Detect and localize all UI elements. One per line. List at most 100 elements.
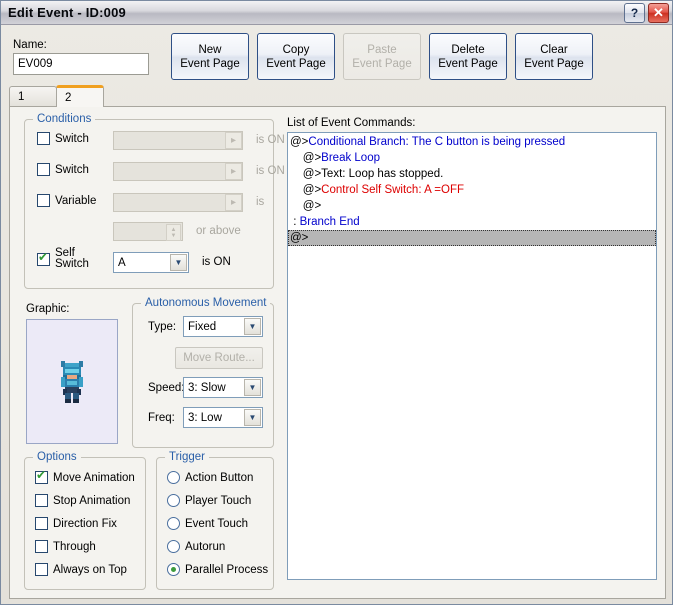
trigger-autorun-radio[interactable] [167, 540, 180, 553]
option-stop-animation-checkbox[interactable] [35, 494, 48, 507]
tab-page-2[interactable]: 2 [56, 85, 104, 107]
condition-variable-label: Variable [55, 194, 97, 207]
condition-variable-browse-icon: ▸ [225, 194, 242, 211]
new-event-page-line1: New [198, 43, 222, 56]
condition-switch-1-field [113, 131, 243, 150]
option-through-checkbox[interactable] [35, 540, 48, 553]
trigger-event-touch-radio[interactable] [167, 517, 180, 530]
delete-event-page-button[interactable]: Delete Event Page [429, 33, 507, 80]
condition-switch-2-browse-icon: ▸ [225, 163, 242, 180]
delete-event-page-line2: Event Page [438, 57, 498, 70]
clear-event-page-button[interactable]: Clear Event Page [515, 33, 593, 80]
move-route-button: Move Route... [175, 347, 263, 369]
condition-switch-2-row: Switch [37, 163, 89, 176]
trigger-parallel-process-radio[interactable] [167, 563, 180, 576]
condition-switch-1-label: Switch [55, 132, 89, 145]
condition-switch-1-checkbox[interactable] [37, 132, 50, 145]
new-event-page-line2: Event Page [180, 57, 240, 70]
window-title: Edit Event - ID:009 [8, 5, 126, 20]
event-page-panel: Conditions Switch ▸ is ON Switch ▸ is ON [9, 106, 666, 599]
trigger-event-touch[interactable]: Event Touch [167, 517, 248, 530]
conditions-group: Conditions Switch ▸ is ON Switch ▸ is ON [24, 113, 285, 289]
options-title: Options [33, 451, 81, 463]
trigger-action-button-label: Action Button [185, 471, 254, 484]
condition-switch-2-field [113, 162, 243, 181]
command-list-label: List of Event Commands: [287, 117, 416, 129]
condition-self-switch-label-line2: Switch [55, 258, 89, 270]
trigger-parallel-process-label: Parallel Process [185, 563, 269, 576]
command-text: Branch End [299, 216, 360, 228]
trigger-parallel-process[interactable]: Parallel Process [167, 563, 268, 576]
condition-variable-row: Variable [37, 194, 96, 207]
command-row[interactable]: @> [288, 198, 656, 214]
condition-variable-suffix: is [256, 196, 265, 208]
command-row[interactable]: : Branch End [288, 214, 656, 230]
trigger-event-touch-label: Event Touch [185, 517, 249, 530]
copy-event-page-line2: Event Page [266, 57, 326, 70]
option-always-on-top[interactable]: Always on Top [35, 563, 127, 576]
trigger-autorun-label: Autorun [185, 540, 226, 553]
option-move-animation-checkbox[interactable] [35, 469, 48, 484]
close-icon[interactable]: ✕ [648, 3, 669, 23]
command-indent [290, 152, 303, 164]
condition-variable-value-stepper: ▲ ▼ [113, 222, 183, 241]
trigger-player-touch[interactable]: Player Touch [167, 494, 251, 507]
trigger-title: Trigger [165, 451, 209, 463]
option-direction-fix-checkbox[interactable] [35, 517, 48, 530]
movement-freq-value: 3: Low [188, 411, 222, 424]
command-row[interactable]: @>Control Self Switch: A =OFF [288, 182, 656, 198]
self-switch-select[interactable]: A ▼ [113, 252, 189, 273]
trigger-action-button-radio[interactable] [167, 471, 180, 484]
graphic-label: Graphic: [26, 303, 70, 315]
option-through-label: Through [53, 540, 96, 553]
clear-event-page-line1: Clear [540, 43, 568, 56]
graphic-preview[interactable] [26, 319, 118, 444]
command-row[interactable]: @> [288, 230, 656, 246]
option-always-on-top-checkbox[interactable] [35, 563, 48, 576]
condition-switch-1-row: Switch [37, 132, 89, 145]
condition-self-switch-label: Self Switch [55, 247, 89, 270]
command-prefix: @> [302, 152, 322, 164]
command-prefix: : [290, 216, 300, 228]
trigger-player-touch-radio[interactable] [167, 494, 180, 507]
edit-event-window: Edit Event - ID:009 ? ✕ Name: New Event … [0, 0, 673, 605]
option-move-animation[interactable]: Move Animation [35, 469, 135, 484]
trigger-action-button[interactable]: Action Button [167, 471, 253, 484]
chevron-down-icon: ▼ [170, 254, 187, 271]
option-through[interactable]: Through [35, 540, 96, 553]
condition-switch-1-suffix: is ON [256, 134, 285, 146]
movement-freq-select[interactable]: 3: Low ▼ [183, 407, 263, 428]
event-command-list[interactable]: @>Conditional Branch: The C button is be… [287, 132, 657, 580]
command-text: Conditional Branch: The C button is bein… [308, 136, 566, 148]
paste-event-page-button: Paste Event Page [343, 33, 421, 80]
command-text: Break Loop [321, 152, 380, 164]
movement-type-select[interactable]: Fixed ▼ [183, 316, 263, 337]
option-stop-animation[interactable]: Stop Animation [35, 494, 130, 507]
new-event-page-button[interactable]: New Event Page [171, 33, 249, 80]
condition-self-switch-checkbox[interactable] [37, 251, 50, 266]
self-switch-value: A [118, 256, 126, 269]
command-indent [290, 184, 303, 196]
copy-event-page-button[interactable]: Copy Event Page [257, 33, 335, 80]
name-input[interactable] [13, 53, 149, 75]
condition-switch-2-checkbox[interactable] [37, 163, 50, 176]
command-prefix: @> [290, 136, 309, 148]
movement-freq-label: Freq: [148, 412, 175, 424]
command-row[interactable]: @>Text: Loop has stopped. [288, 166, 656, 182]
condition-variable-checkbox[interactable] [37, 194, 50, 207]
command-text: Control Self Switch: A =OFF [321, 184, 465, 196]
event-page-tabs: 1 2 [9, 85, 104, 107]
option-direction-fix[interactable]: Direction Fix [35, 517, 117, 530]
trigger-autorun[interactable]: Autorun [167, 540, 225, 553]
command-row[interactable]: @>Break Loop [288, 150, 656, 166]
name-label: Name: [13, 39, 47, 51]
title-bar: Edit Event - ID:009 ? ✕ [1, 1, 672, 25]
movement-speed-select[interactable]: 3: Slow ▼ [183, 377, 263, 398]
command-indent [290, 168, 303, 180]
tab-page-1[interactable]: 1 [9, 86, 57, 107]
condition-switch-1-field-wrap: ▸ [113, 131, 243, 150]
chevron-down-icon: ▼ [244, 318, 261, 335]
help-icon[interactable]: ? [624, 3, 645, 23]
movement-type-label: Type: [148, 321, 177, 333]
command-row[interactable]: @>Conditional Branch: The C button is be… [288, 134, 656, 150]
